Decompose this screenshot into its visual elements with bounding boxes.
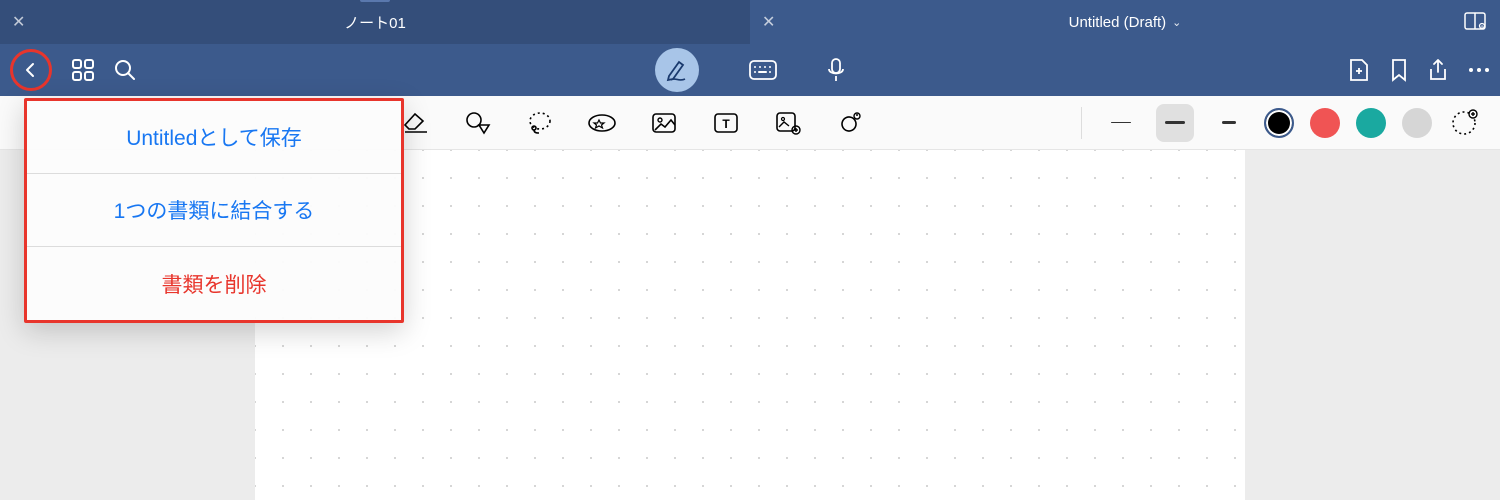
chevron-down-icon: ⌄: [1172, 16, 1181, 29]
search-button[interactable]: [114, 59, 136, 81]
eraser-tool[interactable]: [400, 107, 432, 139]
grid-button[interactable]: [72, 59, 94, 81]
add-page-button[interactable]: [1348, 58, 1370, 82]
keyboard-button[interactable]: [749, 60, 777, 80]
color-black[interactable]: [1264, 108, 1294, 138]
color-picker[interactable]: [1448, 107, 1480, 139]
svg-text:⊕: ⊕: [1480, 24, 1483, 29]
stamp-tool[interactable]: [586, 107, 618, 139]
menu-delete[interactable]: 書類を削除: [27, 247, 401, 320]
tab-draft[interactable]: ✕ Untitled (Draft) ⌄: [750, 0, 1500, 44]
ellipsis-icon: [1468, 67, 1490, 73]
text-tool[interactable]: T: [710, 107, 742, 139]
more-button[interactable]: [1468, 67, 1490, 73]
stroke-thick[interactable]: [1210, 104, 1248, 142]
stroke-medium[interactable]: [1156, 104, 1194, 142]
mic-button[interactable]: [827, 58, 845, 82]
image-tool[interactable]: [648, 107, 680, 139]
share-button[interactable]: [1428, 58, 1448, 82]
close-tab-icon[interactable]: ✕: [12, 12, 25, 32]
app-header: [0, 44, 1500, 96]
search-icon: [114, 59, 136, 81]
keyboard-icon: [749, 60, 777, 80]
sticker-tool[interactable]: [772, 107, 804, 139]
tab-bar: ✕ ノート01 ✕ Untitled (Draft) ⌄ ⊕: [0, 0, 1500, 44]
tab-title: Untitled (Draft): [1069, 14, 1167, 31]
share-icon: [1428, 58, 1448, 82]
pen-icon: [665, 58, 689, 82]
close-tab-icon[interactable]: ✕: [762, 12, 775, 32]
bookmark-icon: [1390, 58, 1408, 82]
document-context-menu: Untitledとして保存 1つの書類に結合する 書類を削除: [24, 98, 404, 323]
toolbar-divider: [1081, 107, 1082, 139]
color-teal[interactable]: [1356, 108, 1386, 138]
shape-tool[interactable]: [462, 107, 494, 139]
stroke-thin[interactable]: [1102, 104, 1140, 142]
chevron-left-icon: [23, 62, 39, 78]
link-tool[interactable]: [834, 107, 866, 139]
svg-text:T: T: [722, 117, 730, 131]
mic-icon: [827, 58, 845, 82]
color-gray[interactable]: [1402, 108, 1432, 138]
tab-title: ノート01: [344, 12, 406, 33]
pen-mode-button[interactable]: [655, 48, 699, 92]
color-red[interactable]: [1310, 108, 1340, 138]
menu-combine[interactable]: 1つの書類に結合する: [27, 174, 401, 247]
grid-icon: [72, 59, 94, 81]
bookmark-button[interactable]: [1390, 58, 1408, 82]
split-view-icon[interactable]: ⊕: [1464, 12, 1486, 35]
menu-save-as[interactable]: Untitledとして保存: [27, 101, 401, 174]
lasso-tool[interactable]: [524, 107, 556, 139]
back-button[interactable]: [10, 49, 52, 91]
tab-drag-handle[interactable]: [360, 0, 390, 2]
tab-note[interactable]: ✕ ノート01: [0, 0, 750, 44]
add-page-icon: [1348, 58, 1370, 82]
